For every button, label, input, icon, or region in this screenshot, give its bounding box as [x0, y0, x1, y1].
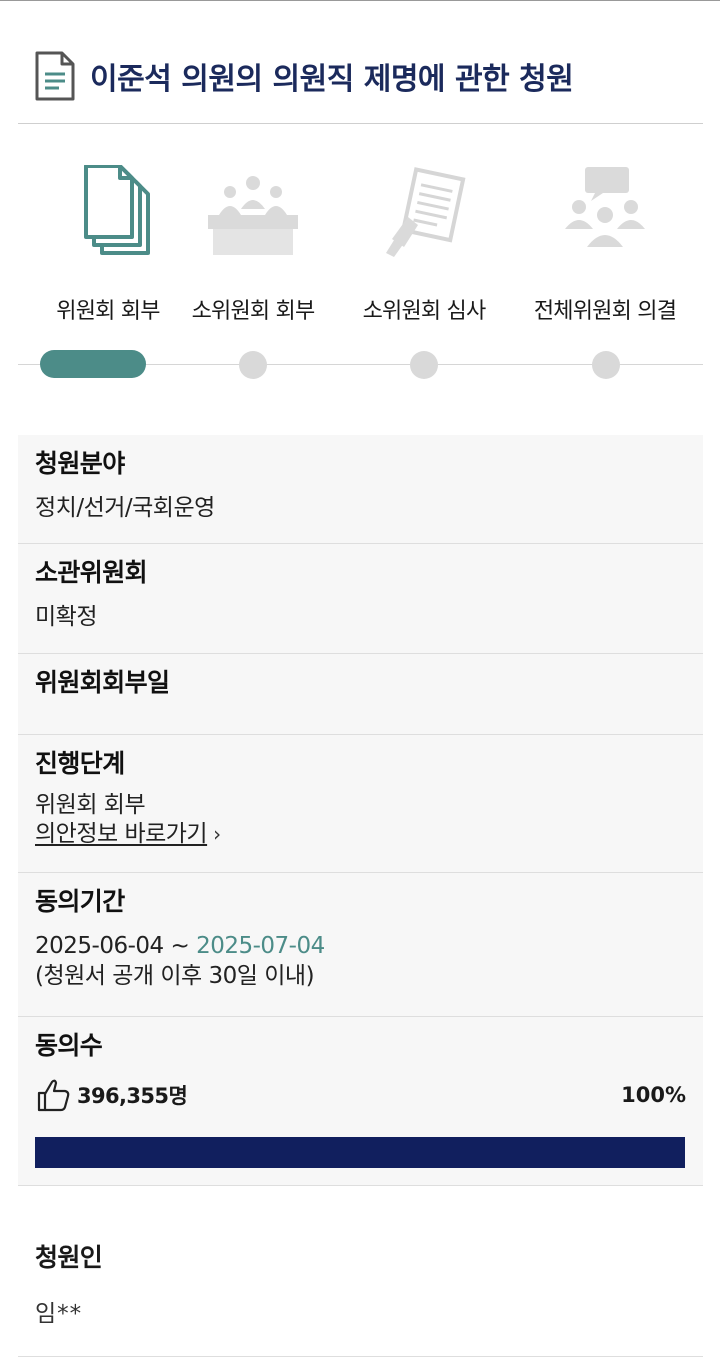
step-subcommittee-review: 소위원회 심사: [334, 165, 514, 335]
period-start: 2025-06-04: [35, 933, 164, 959]
petition-info: 청원분야 정치/선거/국회운영 소관위원회 미확정 위원회회부일 진행단계 위원…: [18, 435, 703, 1186]
bill-info-link-text[interactable]: 의안정보 바로가기: [35, 821, 208, 847]
field-label: 청원분야: [35, 449, 125, 478]
votes-progress-fill: [35, 1137, 685, 1168]
period-row: 동의기간 2025-06-04 ~ 2025-07-04 (청원서 공개 이후 …: [18, 873, 703, 1017]
field-row: 청원분야 정치/선거/국회운영: [18, 435, 703, 544]
top-border: [0, 0, 720, 1]
votes-row: 동의수 396,355명 100%: [18, 1017, 703, 1186]
referral-date-row: 위원회회부일: [18, 654, 703, 735]
thumbs-up-icon: [37, 1079, 70, 1112]
group-discussion-icon: [565, 167, 645, 247]
petitioner-section: 청원인 임**: [18, 1185, 703, 1357]
title-divider: [18, 123, 703, 124]
votes-percent: 100%: [621, 1083, 686, 1107]
review-document-icon: [386, 167, 466, 257]
documents-icon: [84, 165, 150, 255]
chevron-right-icon: ›: [213, 822, 221, 846]
step-dot: [410, 351, 438, 379]
meeting-icon: [208, 176, 298, 255]
votes-progress-bar: [35, 1137, 685, 1168]
period-range: 2025-06-04 ~ 2025-07-04: [35, 931, 686, 961]
votes-count: 396,355명: [77, 1084, 188, 1108]
petitioner-label: 청원인: [35, 1243, 103, 1272]
active-step-indicator: [40, 350, 146, 378]
period-label: 동의기간: [35, 887, 125, 916]
period-note: (청원서 공개 이후 30일 이내): [35, 963, 315, 989]
step-label: 소위원회 심사: [362, 299, 487, 324]
stage-value: 위원회 회부: [35, 792, 146, 818]
committee-row: 소관위원회 미확정: [18, 544, 703, 654]
title-row: 이준석 의원의 의원직 제명에 관한 청원: [34, 50, 704, 102]
stage-row: 진행단계 위원회 회부 의안정보 바로가기 ›: [18, 735, 703, 873]
period-separator: ~: [163, 933, 197, 959]
referral-date-label: 위원회회부일: [35, 668, 170, 697]
committee-value: 미확정: [35, 604, 97, 630]
votes-label: 동의수: [35, 1031, 103, 1060]
committee-label: 소관위원회: [35, 558, 148, 587]
step-dot: [239, 351, 267, 379]
page-title: 이준석 의원의 의원직 제명에 관한 청원: [90, 62, 574, 97]
field-value: 정치/선거/국회운영: [35, 495, 215, 521]
progress-steps: 위원회 회부 소위원회 회부 소위원회 심사 전체위원회 의결: [18, 165, 703, 385]
step-subcommittee-referral: 소위원회 회부: [163, 165, 343, 335]
stage-label: 진행단계: [35, 749, 125, 778]
document-icon: [35, 51, 75, 101]
period-end: 2025-07-04: [196, 933, 325, 959]
step-label: 소위원회 회부: [191, 299, 316, 324]
step-label: 전체위원회 의결: [533, 299, 677, 324]
petitioner-value: 임**: [35, 1301, 83, 1327]
bill-info-link[interactable]: 의안정보 바로가기 ›: [35, 820, 686, 849]
step-dot: [592, 351, 620, 379]
step-plenary-resolution: 전체위원회 의결: [515, 165, 695, 335]
